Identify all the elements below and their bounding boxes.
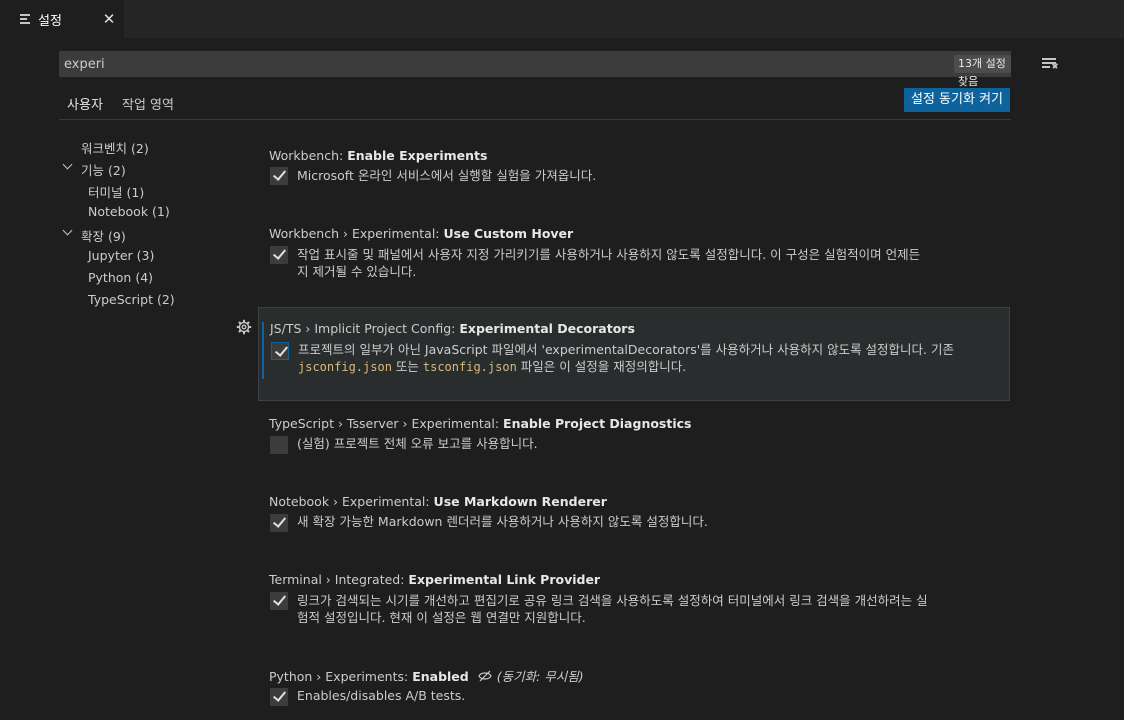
header-divider (59, 119, 1011, 120)
settings-tab[interactable]: 설정 ✕ (0, 0, 124, 38)
setting-name: Use Markdown Renderer (433, 494, 607, 509)
editor-tab-bar: 설정 ✕ (0, 0, 1124, 38)
turn-on-settings-sync-button[interactable]: 설정 동기화 켜기 (904, 88, 1010, 112)
toc-item-features[interactable]: 기능 (2) (81, 160, 126, 179)
toc-count: (2) (108, 163, 126, 178)
setting-enable-project-diagnostics: TypeScript › Tsserver › Experimental: En… (258, 408, 1010, 468)
setting-name: Experimental Link Provider (408, 572, 601, 587)
code-tsconfig: tsconfig.json (422, 360, 517, 374)
setting-checkbox[interactable] (270, 592, 288, 610)
setting-description: Microsoft 온라인 서비스에서 실행할 실험을 가져옵니다. (297, 168, 597, 183)
setting-title: Terminal › Integrated: Experimental Link… (269, 572, 600, 587)
setting-category: Notebook › Experimental: (269, 494, 434, 509)
settings-search-box: 13개 설정 찾음 (59, 51, 1058, 88)
toc-label: Jupyter (88, 248, 133, 263)
chevron-down-icon[interactable] (63, 227, 73, 237)
toc-item-typescript[interactable]: TypeScript (2) (88, 292, 175, 307)
toc-label: 기능 (81, 163, 105, 178)
description-line: 프로젝트의 일부가 아닌 JavaScript 파일에서 'experiment… (298, 342, 955, 357)
setting-name: Use Custom Hover (443, 226, 574, 241)
setting-checkbox[interactable] (270, 436, 288, 454)
setting-description: Enables/disables A/B tests. (297, 688, 466, 703)
toc-count: (4) (135, 270, 154, 285)
settings-list-icon (20, 12, 32, 26)
setting-title: TypeScript › Tsserver › Experimental: En… (269, 416, 691, 431)
toc-count: (1) (152, 204, 170, 219)
setting-category: Terminal › Integrated: (269, 572, 409, 587)
setting-checkbox[interactable] (270, 688, 288, 706)
chevron-down-icon[interactable] (63, 161, 73, 171)
setting-category: Workbench: (269, 148, 348, 163)
description-line: 작업 표시줄 및 패널에서 사용자 지정 가리키기를 사용하거나 사용하지 않도… (297, 247, 921, 262)
toc-item-workbench[interactable]: 워크벤치 (2) (81, 138, 149, 157)
setting-category: TypeScript › Tsserver › Experimental: (269, 416, 504, 431)
setting-description: 링크가 검색되는 시기를 개선하고 편집기로 공유 링크 검색을 사용하도록 설… (297, 592, 997, 626)
tab-workspace[interactable]: 작업 영역 (122, 94, 174, 113)
setting-category: Workbench › Experimental: (269, 226, 444, 241)
toc-item-python[interactable]: Python (4) (88, 270, 153, 285)
setting-title: Workbench › Experimental: Use Custom Hov… (269, 226, 573, 241)
sync-ignored-label: (동기화: 무시됨) (496, 669, 584, 684)
search-input[interactable] (59, 51, 884, 77)
setting-checkbox[interactable] (270, 246, 288, 264)
toc-count: (2) (156, 292, 175, 307)
setting-name: Enable Project Diagnostics (503, 416, 692, 431)
toc-label: 확장 (81, 229, 105, 244)
setting-use-custom-hover: Workbench › Experimental: Use Custom Hov… (258, 218, 1010, 293)
setting-python-experiments-enabled: Python › Experiments: Enabled (동기화: 무시됨)… (258, 658, 1010, 718)
toc-count: (1) (126, 185, 145, 200)
description-text: 파일은 이 설정을 재정의합니다. (516, 359, 687, 374)
description-line: 지 제거될 수 있습니다. (297, 264, 417, 279)
setting-description: 새 확장 가능한 Markdown 렌더러를 사용하거나 사용하지 않도록 설정… (297, 514, 708, 529)
setting-enable-experiments: Workbench: Enable Experiments Microsoft … (258, 140, 1010, 200)
setting-name: Enabled (412, 669, 469, 684)
toc-count: (3) (136, 248, 155, 263)
setting-category: Python › Experiments: (269, 669, 413, 684)
setting-title: Notebook › Experimental: Use Markdown Re… (269, 494, 607, 509)
setting-name: Enable Experiments (347, 148, 488, 163)
setting-description: (실험) 프로젝트 전체 오류 보고를 사용합니다. (297, 436, 538, 451)
setting-experimental-decorators: JS/TS › Implicit Project Config: Experim… (258, 307, 1010, 401)
sync-ignored-indicator: (동기화: 무시됨) (473, 669, 584, 684)
setting-checkbox[interactable] (270, 167, 288, 185)
toc-label: Notebook (88, 204, 149, 219)
code-jsconfig: jsconfig.json (298, 360, 392, 374)
tab-user[interactable]: 사용자 (59, 94, 111, 120)
close-icon[interactable]: ✕ (101, 10, 117, 28)
setting-title: Python › Experiments: Enabled (동기화: 무시됨) (269, 666, 584, 685)
toc-item-terminal[interactable]: 터미널 (1) (88, 182, 144, 201)
toc-item-extensions[interactable]: 확장 (9) (81, 226, 126, 245)
toc-label: 터미널 (88, 185, 123, 200)
toc-count: (2) (131, 141, 149, 156)
description-line: 험적 설정입니다. 현재 이 설정은 웹 연결만 지원합니다. (297, 610, 586, 625)
setting-use-markdown-renderer: Notebook › Experimental: Use Markdown Re… (258, 486, 1010, 546)
description-text: 또는 (391, 359, 423, 374)
description-line: jsconfig.json 또는 tsconfig.json 파일은 이 설정을… (298, 358, 998, 376)
result-count-badge: 13개 설정 찾음 (954, 55, 1011, 88)
setting-experimental-link-provider: Terminal › Integrated: Experimental Link… (258, 564, 1010, 639)
setting-title: JS/TS › Implicit Project Config: Experim… (270, 321, 635, 336)
focus-indicator (262, 322, 264, 379)
sync-ignored-icon (478, 670, 492, 682)
description-line: 링크가 검색되는 시기를 개선하고 편집기로 공유 링크 검색을 사용하도록 설… (297, 593, 928, 608)
setting-title: Workbench: Enable Experiments (269, 148, 487, 163)
setting-description: 작업 표시줄 및 패널에서 사용자 지정 가리키기를 사용하거나 사용하지 않도… (297, 246, 997, 280)
toc-label: Python (88, 270, 132, 285)
setting-category: JS/TS › Implicit Project Config: (270, 321, 460, 336)
setting-checkbox[interactable] (271, 342, 289, 360)
tab-title: 설정 (38, 13, 62, 29)
gear-icon[interactable] (236, 319, 252, 335)
toc-item-notebook[interactable]: Notebook (1) (88, 204, 170, 219)
setting-checkbox[interactable] (270, 514, 288, 532)
setting-name: Experimental Decorators (459, 321, 635, 336)
clear-filter-icon[interactable] (1042, 58, 1058, 70)
toc-label: TypeScript (88, 292, 153, 307)
setting-description: 프로젝트의 일부가 아닌 JavaScript 파일에서 'experiment… (298, 341, 998, 376)
toc-item-jupyter[interactable]: Jupyter (3) (88, 248, 154, 263)
toc-count: (9) (108, 229, 126, 244)
toc-label: 워크벤치 (81, 141, 128, 156)
